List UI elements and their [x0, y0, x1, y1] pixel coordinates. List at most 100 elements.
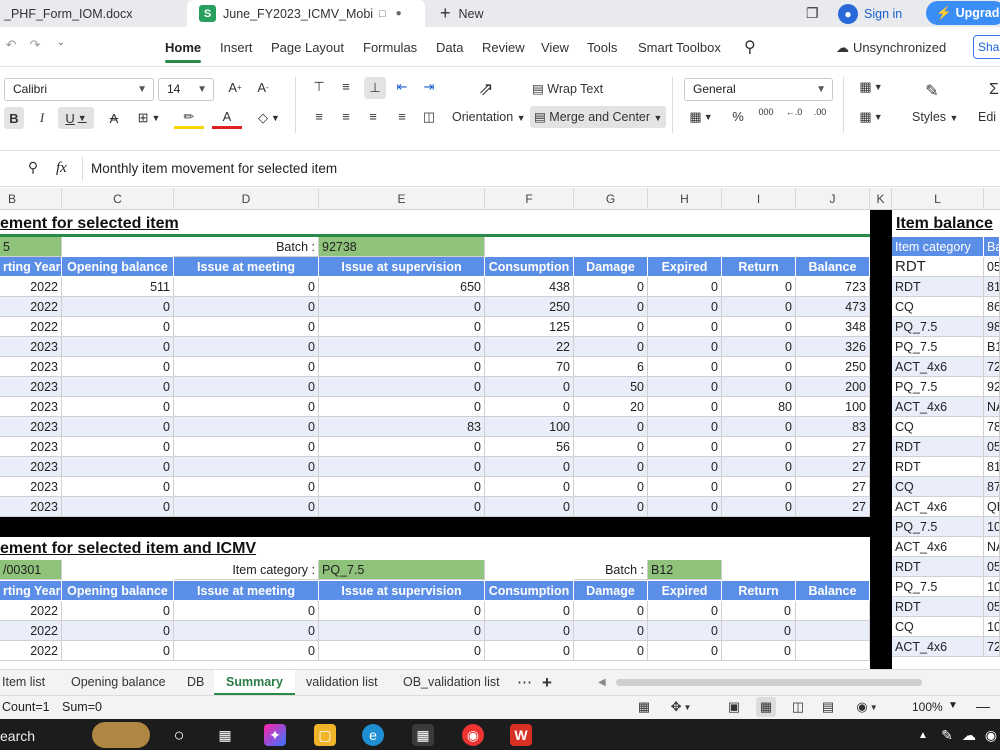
section1-cell[interactable]: 0 — [62, 397, 174, 417]
zoom-out-icon[interactable]: — — [976, 698, 990, 714]
section2-header-cell[interactable]: Return — [722, 581, 796, 601]
distributed-icon[interactable]: ◫ — [420, 109, 438, 125]
section1-cell[interactable]: 0 — [648, 357, 722, 377]
section1-cell[interactable]: 511 — [62, 277, 174, 297]
formula-input[interactable]: Monthly item movement for selected item — [91, 161, 337, 176]
section2-cell[interactable]: 0 — [174, 601, 319, 621]
section2-cell[interactable]: 0 — [574, 601, 648, 621]
section1-header-cell[interactable]: Expired — [648, 257, 722, 277]
item-balance-cell[interactable]: 92 — [984, 377, 1000, 397]
tab-insert[interactable]: Insert — [220, 40, 253, 55]
section2-category-label[interactable]: Item category : — [174, 560, 319, 580]
section1-cell[interactable]: 83 — [796, 417, 870, 437]
section1-cell[interactable]: 0 — [62, 437, 174, 457]
align-right-icon[interactable]: ≡ — [364, 109, 382, 124]
font-name-select[interactable]: Calibri ▼ — [4, 78, 154, 101]
item-balance-header-ba[interactable]: Ba — [984, 237, 1000, 257]
section1-cell[interactable]: 0 — [648, 377, 722, 397]
item-balance-cell[interactable]: NA — [984, 397, 1000, 417]
clear-format-icon[interactable]: ◇ ▼ — [254, 107, 284, 129]
column-header-j[interactable]: J — [796, 188, 870, 210]
section1-cell[interactable]: 0 — [648, 277, 722, 297]
section1-cell[interactable]: 0 — [722, 417, 796, 437]
section1-cell[interactable]: 0 — [319, 297, 485, 317]
section1-cell[interactable]: 0 — [648, 477, 722, 497]
section1-cell[interactable]: 2023 — [0, 357, 62, 377]
section2-cell[interactable]: 2022 — [0, 621, 62, 641]
item-balance-cell[interactable]: ACT_4x6 — [892, 357, 984, 377]
section1-cell[interactable]: 0 — [648, 297, 722, 317]
item-balance-cell[interactable]: NA — [984, 537, 1000, 557]
section1-cell[interactable]: 2023 — [0, 417, 62, 437]
section2-cell[interactable]: 0 0 — [722, 601, 796, 621]
cell-mode-icon[interactable]: ✥ ▼ — [670, 699, 692, 715]
italic-button[interactable]: I — [32, 107, 52, 129]
item-balance-cell[interactable]: PQ_7.5 — [892, 337, 984, 357]
section1-header-cell[interactable]: rting Year — [0, 257, 62, 277]
section1-cell[interactable]: 27 — [796, 457, 870, 477]
currency-icon[interactable]: ▦ ▼ — [686, 109, 716, 125]
section1-cell[interactable]: 0 — [648, 397, 722, 417]
copilot-icon[interactable]: ✦ — [264, 724, 286, 746]
item-balance-cell[interactable]: CQ — [892, 617, 984, 637]
tab-page-layout[interactable]: Page Layout — [271, 40, 344, 55]
section1-cell[interactable]: 0 — [62, 377, 174, 397]
section1-cell[interactable]: 2022 — [0, 297, 62, 317]
section1-cell[interactable]: 0 — [319, 377, 485, 397]
search-icon[interactable]: ⚲ — [744, 37, 756, 57]
font-color-icon[interactable]: A — [212, 107, 242, 129]
section1-cell[interactable]: 2023 — [0, 397, 62, 417]
column-header-b[interactable]: B — [0, 188, 62, 210]
bold-button[interactable]: B — [4, 107, 24, 129]
section1-cell[interactable]: 0 — [319, 337, 485, 357]
cloud-tray-icon[interactable]: ☁ — [958, 724, 980, 746]
decrease-decimal-icon[interactable]: .00 — [811, 107, 829, 117]
section2-cell[interactable]: 0 — [62, 621, 174, 641]
section2-header-cell[interactable]: rting Year — [0, 581, 62, 601]
section2-cell[interactable]: 0 — [174, 621, 319, 641]
section1-cell[interactable]: 56 — [485, 437, 574, 457]
section1-id-cell[interactable]: 5 — [0, 237, 62, 257]
section2-cell[interactable]: 2022 — [0, 641, 62, 661]
section1-cell[interactable]: 0 — [574, 497, 648, 517]
section1-cell[interactable]: 0 — [62, 417, 174, 437]
section1-cell[interactable]: 250 — [485, 297, 574, 317]
section1-cell[interactable]: 0 — [174, 477, 319, 497]
orientation-button[interactable]: Orientation ▼ — [452, 110, 526, 124]
section1-cell[interactable]: 0 — [174, 417, 319, 437]
section1-cell[interactable]: 0 — [485, 377, 574, 397]
increase-decimal-icon[interactable]: ←.0 — [785, 107, 803, 117]
table-format-icon[interactable]: ▦ ▼ — [856, 109, 886, 125]
indent-increase-icon[interactable]: ⇥ — [420, 79, 438, 95]
section2-cell[interactable]: 0 — [319, 621, 485, 641]
thousands-icon[interactable]: 000 — [757, 107, 775, 117]
orientation-icon[interactable]: ⇗ — [474, 79, 498, 100]
section1-cell[interactable]: 0 — [174, 397, 319, 417]
section1-cell[interactable]: 0 — [574, 317, 648, 337]
section1-header-cell[interactable]: Issue at supervision — [319, 257, 485, 277]
item-balance-cell[interactable]: 05 — [984, 557, 1000, 577]
sum-icon[interactable]: Σ — [988, 81, 1000, 99]
section1-cell[interactable]: 0 — [648, 317, 722, 337]
section1-cell[interactable]: 80 — [722, 397, 796, 417]
more-sheets-icon[interactable]: ⋯ — [517, 670, 532, 695]
item-balance-cell[interactable]: 10 — [984, 577, 1000, 597]
item-balance-cell[interactable]: ACT_4x6 — [892, 497, 984, 517]
section1-cell[interactable]: 0 — [319, 457, 485, 477]
page-break-view-icon[interactable]: ▤ — [820, 699, 836, 715]
tab-home[interactable]: Home — [165, 40, 202, 63]
sign-in-button[interactable]: ● Sign in — [838, 0, 918, 27]
section1-cell[interactable]: 0 — [722, 377, 796, 397]
section2-id-cell[interactable]: /00301 — [0, 560, 62, 580]
section1-cell[interactable]: 20 — [574, 397, 648, 417]
section1-cell[interactable]: 0 — [174, 277, 319, 297]
item-balance-cell[interactable]: 78 — [984, 417, 1000, 437]
add-sheet-button[interactable]: + — [542, 670, 552, 695]
cloud-sync-status[interactable]: ☁ Unsynchronized — [836, 40, 946, 56]
section1-cell[interactable]: 6 — [574, 357, 648, 377]
section1-cell[interactable]: 100 — [796, 397, 870, 417]
section2-cell[interactable]: 0 — [319, 641, 485, 661]
window-tile-icon[interactable]: ❐ — [806, 0, 826, 27]
item-balance-cell[interactable]: PQ_7.5 — [892, 377, 984, 397]
section1-cell[interactable]: 70 — [485, 357, 574, 377]
